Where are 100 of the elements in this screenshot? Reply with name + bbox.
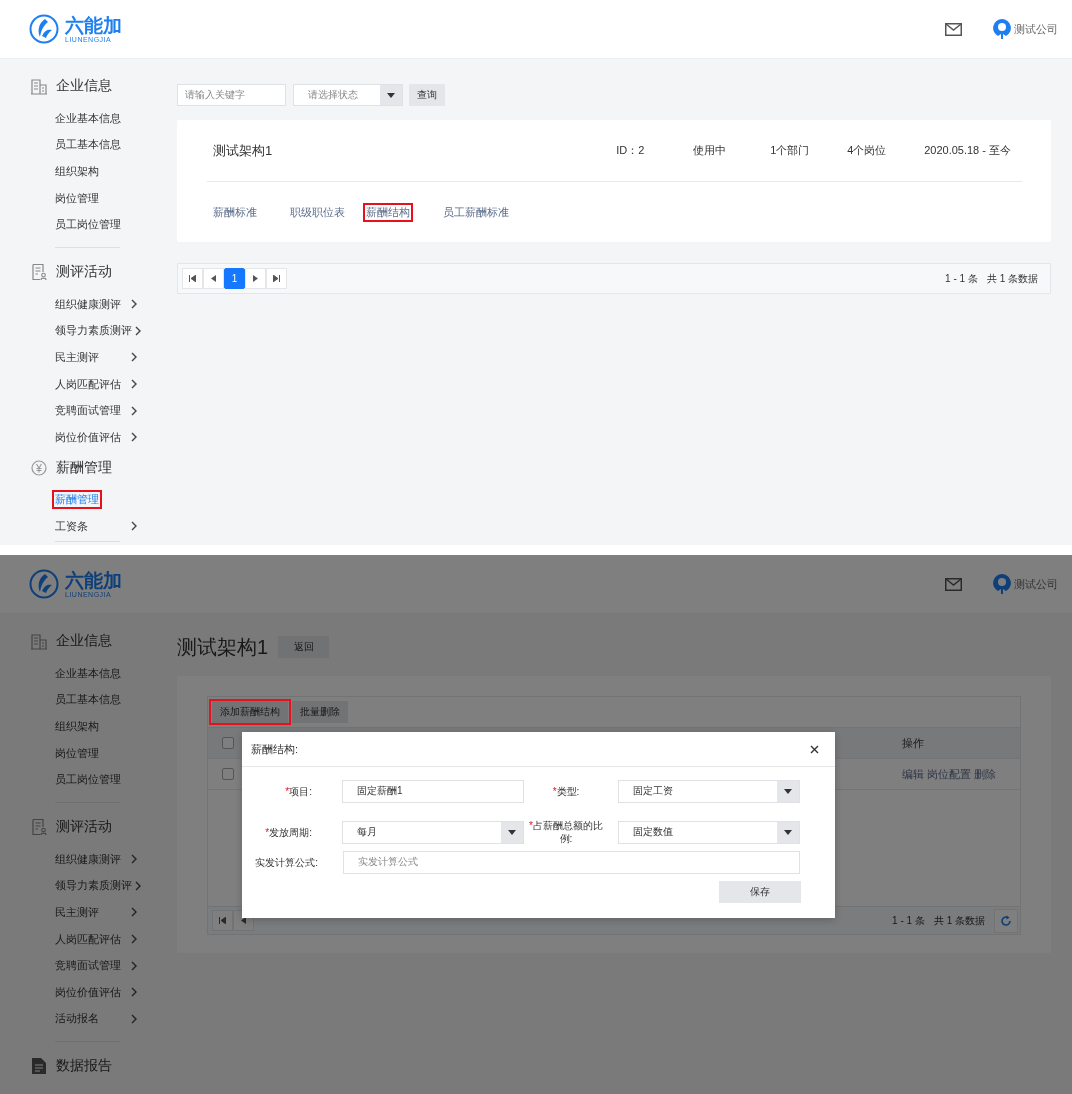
section-title[interactable]: 企业信息 <box>56 77 112 95</box>
column-header: 操作 <box>902 735 925 751</box>
sidebar-item[interactable]: 组织架构 <box>55 719 99 734</box>
field-label: *发放周期: <box>264 825 312 839</box>
chevron-right-icon <box>131 854 137 865</box>
sidebar-item[interactable]: 员工基本信息 <box>55 692 121 708</box>
sidebar-item[interactable]: 员工基本信息 <box>55 137 121 153</box>
text-field[interactable]: 实发计算公式 <box>343 850 800 874</box>
select-field[interactable]: 固定数值 <box>618 820 800 844</box>
first-page-button[interactable] <box>182 268 203 289</box>
mail-icon[interactable] <box>945 577 962 591</box>
action-link[interactable]: 删除 <box>974 766 996 782</box>
select-field[interactable]: 固定工资 <box>618 779 800 803</box>
select-field[interactable]: 每月 <box>342 820 524 844</box>
tab-link[interactable]: 薪酬标准 <box>213 204 257 220</box>
sidebar-item[interactable]: 员工岗位管理 <box>55 772 121 788</box>
structure-meta: 1个部门 <box>770 143 811 158</box>
section-title[interactable]: 企业信息 <box>56 632 112 650</box>
refresh-button[interactable] <box>994 908 1018 933</box>
chevron-right-icon <box>131 299 137 310</box>
keyword-field[interactable]: 请输入关键字 <box>177 84 286 106</box>
page-button[interactable]: 1 <box>224 268 245 289</box>
checkbox[interactable] <box>222 737 234 749</box>
sidebar-item[interactable]: 活动报名 <box>55 1011 137 1027</box>
dialog-title: 薪酬结构: <box>251 741 299 757</box>
status-dropdown[interactable]: 请选择状态 <box>293 84 403 106</box>
sidebar-item[interactable]: 企业基本信息 <box>55 110 121 126</box>
previous-page-icon <box>241 917 246 924</box>
action-link[interactable]: 编辑 <box>902 766 924 782</box>
chevron-right-icon <box>131 432 137 443</box>
previous-page-button[interactable] <box>203 268 224 289</box>
tab-link[interactable]: 员工薪酬标准 <box>443 204 509 220</box>
chevron-right-icon <box>131 987 137 998</box>
sidebar-item[interactable]: 岗位价值评估 <box>55 429 137 445</box>
tab-link[interactable]: 薪酬结构 <box>366 204 410 220</box>
first-page-icon <box>189 275 196 282</box>
search-button[interactable]: 查询 <box>409 84 445 106</box>
caret-down-icon <box>387 92 395 98</box>
section-title[interactable]: 数据报告 <box>56 1057 112 1076</box>
sidebar-item[interactable]: 领导力素质测评 <box>55 878 137 894</box>
sidebar-item[interactable]: 民主测评 <box>55 904 137 920</box>
checkbox[interactable] <box>222 768 234 780</box>
page-range: 1 - 1 条 <box>892 913 925 928</box>
structure-meta: 2020.05.18 - 至今 <box>924 143 1012 158</box>
chevron-right-icon <box>135 880 141 891</box>
section-title[interactable]: 测评活动 <box>56 817 112 836</box>
sidebar-item[interactable]: 竞聘面试管理 <box>55 958 137 974</box>
mail-icon[interactable] <box>945 22 962 36</box>
next-page-button[interactable] <box>245 268 266 289</box>
field-label: *项目: <box>284 784 312 798</box>
caret-down-icon <box>784 788 792 794</box>
structure-meta: 使用中 <box>693 143 728 158</box>
sidebar-item[interactable]: 组织健康测评 <box>55 296 137 312</box>
chevron-right-icon <box>131 405 137 416</box>
last-page-icon <box>273 275 280 282</box>
sidebar-item[interactable]: 人岗匹配评估 <box>55 931 137 947</box>
toolbar-button[interactable]: 批量删除 <box>292 701 348 723</box>
sidebar-item[interactable]: 薪酬管理 <box>55 492 99 508</box>
tab-link[interactable]: 职级职位表 <box>290 204 345 220</box>
sidebar-item[interactable]: 竞聘面试管理 <box>55 403 137 419</box>
chevron-right-icon <box>131 521 137 532</box>
sidebar-item[interactable]: 工资条 <box>55 518 137 534</box>
first-page-button[interactable] <box>212 910 233 931</box>
refresh-icon <box>1000 914 1012 927</box>
sidebar-item[interactable]: 岗位管理 <box>55 745 99 761</box>
sidebar-item[interactable]: 民主测评 <box>55 349 137 365</box>
section-title[interactable]: 薪酬管理 <box>56 458 112 477</box>
structure-meta: ID：2 <box>616 143 646 158</box>
page-title: 测试架构1 <box>177 634 269 660</box>
building-icon <box>30 632 48 650</box>
form-icon <box>30 262 48 281</box>
sidebar-item[interactable]: 岗位价值评估 <box>55 984 137 1000</box>
first-page-icon <box>219 917 226 924</box>
sidebar-item[interactable]: 员工岗位管理 <box>55 217 121 233</box>
avatar-icon[interactable] <box>992 18 1012 40</box>
field-label: 实发计算公式: <box>254 855 318 869</box>
toolbar-button[interactable]: 添加薪酬结构 <box>212 701 288 723</box>
action-link[interactable]: 岗位配置 <box>927 766 971 782</box>
caret-down-icon <box>784 829 792 835</box>
sidebar-item[interactable]: 领导力素质测评 <box>55 323 137 339</box>
structure-meta: 4个岗位 <box>847 143 888 158</box>
chevron-right-icon <box>131 934 137 945</box>
caret-down-icon <box>508 829 516 835</box>
sidebar-item[interactable]: 岗位管理 <box>55 190 99 206</box>
last-page-button[interactable] <box>266 268 287 289</box>
sidebar-item[interactable]: 人岗匹配评估 <box>55 376 137 392</box>
sidebar-item[interactable]: 组织架构 <box>55 164 99 179</box>
text-field[interactable]: 固定薪酬1 <box>342 779 524 803</box>
logo-icon <box>29 569 59 599</box>
avatar-icon[interactable] <box>992 573 1012 595</box>
user-name[interactable]: 测试公司 <box>1014 576 1058 592</box>
chevron-right-icon <box>131 1013 137 1024</box>
user-name[interactable]: 测试公司 <box>1014 21 1058 37</box>
sidebar-item[interactable]: 组织健康测评 <box>55 851 137 867</box>
page-range: 1 - 1 条 <box>945 271 978 286</box>
sidebar-item[interactable]: 企业基本信息 <box>55 665 121 681</box>
section-title[interactable]: 测评活动 <box>56 262 112 281</box>
logo-icon <box>29 14 59 44</box>
save-button[interactable]: 保存 <box>719 881 801 903</box>
back-button[interactable]: 返回 <box>278 636 330 658</box>
